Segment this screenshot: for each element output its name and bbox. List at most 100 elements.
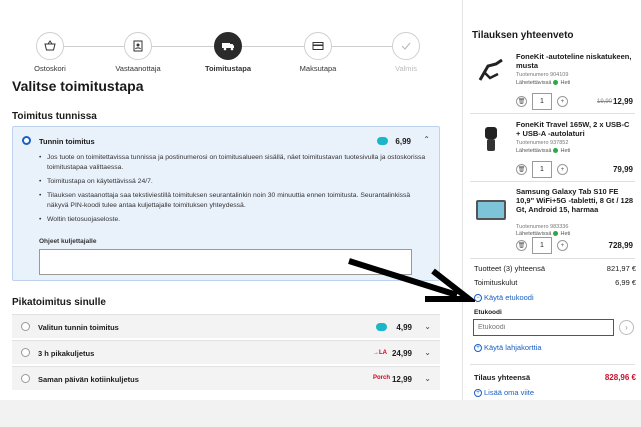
detail-bullet: Toimitustapa on käytettävissä 24/7. [39,177,429,187]
delivery-option-3h[interactable]: 3 h pikakuljetus →LA 24,99 ⌄ [12,340,440,364]
delivery-option-same-day[interactable]: Saman päivän kotiinkuljetus Porch 12,99 … [12,366,440,390]
use-code-link[interactable]: − Käytä etukoodi [474,293,534,303]
option-title: 3 h pikakuljetus [38,349,95,358]
detail-bullet: Tilauksen vastaanottaja saa tekstiviesti… [39,191,429,211]
plus-icon[interactable]: + [557,240,568,251]
wolt-logo-icon [376,323,387,331]
driver-note-label: Ohjeet kuljettajalle [39,238,97,245]
option-price: 6,99 [395,137,411,146]
chevron-down-icon[interactable]: ⌄ [424,374,431,383]
remove-icon[interactable]: 🗑 [516,96,527,107]
step-label: Maksutapa [299,64,337,73]
stock-label: Lähetettävissä [516,80,552,86]
chevron-down-icon[interactable]: ⌄ [424,322,431,331]
product-name[interactable]: FoneKit Travel 165W, 2 x USB-C + USB-A -… [516,120,634,138]
old-price: 19,90 [597,99,613,105]
section-heading-hour-delivery: Toimitus tunnissa [12,111,97,122]
radio-button[interactable] [21,348,30,357]
checkout-main: Ostoskori Vastaanottaja Toimitustapa Mak… [0,0,462,400]
stock-value: Heti [560,231,571,237]
products-total-row: Tuotteet (3) yhteensä 821,97 € [474,264,636,273]
shipping-label: Toimituskulut [474,278,518,287]
quantity-value[interactable]: 1 [532,93,552,110]
step-cart[interactable]: Ostoskori [20,32,80,73]
step-label: Ostoskori [34,64,66,73]
option-price: 12,99 [391,375,412,384]
product-name[interactable]: FoneKit -autoteline niskatukeen, musta [516,52,634,70]
wolt-logo-icon [377,137,388,145]
checkout-stepper: Ostoskori Vastaanottaja Toimitustapa Mak… [20,32,430,76]
step-payment[interactable]: Maksutapa [288,32,348,73]
step-recipient[interactable]: Vastaanottaja [108,32,168,73]
section-heading-express: Pikatoimitus sinulle [12,297,106,308]
detail-bullet: Jos tuote on toimitettavissa tunnissa ja… [39,153,429,173]
add-reference-link[interactable]: + Lisää oma viite [474,388,535,398]
credit-card-icon [304,32,332,60]
porch-logo-icon: Porch [373,375,391,381]
radio-button[interactable] [21,322,30,331]
chevron-up-icon[interactable]: ⌃ [423,135,430,144]
step-label: Toimitustapa [204,64,252,73]
option-title: Tunnin toimitus [39,137,95,146]
truck-icon [214,32,242,60]
privacy-link[interactable]: Woltin tietosuojaseloste. [39,215,429,225]
chevron-down-icon[interactable]: ⌄ [424,348,431,357]
quantity-value[interactable]: 1 [532,161,552,178]
bottom-strip [0,400,641,427]
cart-item: FoneKit Travel 165W, 2 x USB-C + USB-A -… [470,120,635,180]
order-total-value: 828,96 € [604,373,636,382]
option-price: 4,99 [396,323,412,332]
divider [470,364,635,365]
order-total-label: Tilaus yhteensä [474,373,531,382]
minus-circle-icon: − [474,294,482,303]
code-label: Etukoodi [474,309,502,316]
plus-icon[interactable]: + [557,96,568,107]
remove-icon[interactable]: 🗑 [516,164,527,175]
annotation-arrow-icon [348,258,475,302]
stock-label: Lähetettävissä [516,148,552,154]
step-label: Valmis [395,64,417,73]
apply-code-button[interactable]: › [619,320,634,335]
product-price: 728,99 [608,241,633,250]
plus-icon[interactable]: + [557,164,568,175]
cart-item: FoneKit -autoteline niskatukeen, musta T… [470,52,635,112]
cart-item: Samsung Galaxy Tab S10 FE 10,9" WiFi+5G … [470,187,635,257]
plus-circle-icon: + [474,389,482,398]
remove-icon[interactable]: 🗑 [516,240,527,251]
shipping-value: 6,99 € [615,278,636,287]
summary-title: Tilauksen yhteenveto [472,30,574,41]
stock-status: Lähetettävissä Heti [516,80,570,86]
option-details: Jos tuote on toimitettavissa tunnissa ja… [39,153,429,229]
shipping-row: Toimituskulut 6,99 € [474,278,636,287]
product-sku: Tuotenumero 983336 [516,224,569,230]
plus-circle-icon: + [474,344,482,353]
order-total-row: Tilaus yhteensä 828,96 € [474,373,636,382]
add-reference-label: Lisää oma viite [484,388,535,397]
step-done: Valmis [376,32,436,73]
in-stock-dot-icon [553,231,559,237]
quantity-value[interactable]: 1 [532,237,552,254]
product-sku: Tuotenumero 937852 [516,140,569,146]
radio-button[interactable] [21,374,30,383]
divider [470,181,635,182]
option-title: Valitun tunnin toimitus [38,323,119,332]
product-price: 79,99 [612,165,633,174]
page-title: Valitse toimitustapa [12,78,144,94]
products-total-label: Tuotteet (3) yhteensä [474,264,546,273]
step-delivery[interactable]: Toimitustapa [198,32,258,73]
products-total-value: 821,97 € [606,264,636,273]
gift-card-link[interactable]: + Käytä lahjakorttia [474,343,542,353]
in-stock-dot-icon [553,148,559,154]
stock-status: Lähetettävissä Heti [516,148,570,154]
basket-icon [36,32,64,60]
product-image [474,193,508,227]
delivery-option-selected-hour[interactable]: Valitun tunnin toimitus 4,99 ⌄ [12,314,440,338]
checkmark-icon [392,32,420,60]
discount-code-input[interactable] [473,319,614,336]
product-image [474,122,508,156]
radio-button[interactable] [22,136,31,145]
in-stock-dot-icon [553,80,559,86]
stock-value: Heti [560,148,571,154]
product-name[interactable]: Samsung Galaxy Tab S10 FE 10,9" WiFi+5G … [516,187,634,214]
product-price: 12,99 [612,97,633,106]
